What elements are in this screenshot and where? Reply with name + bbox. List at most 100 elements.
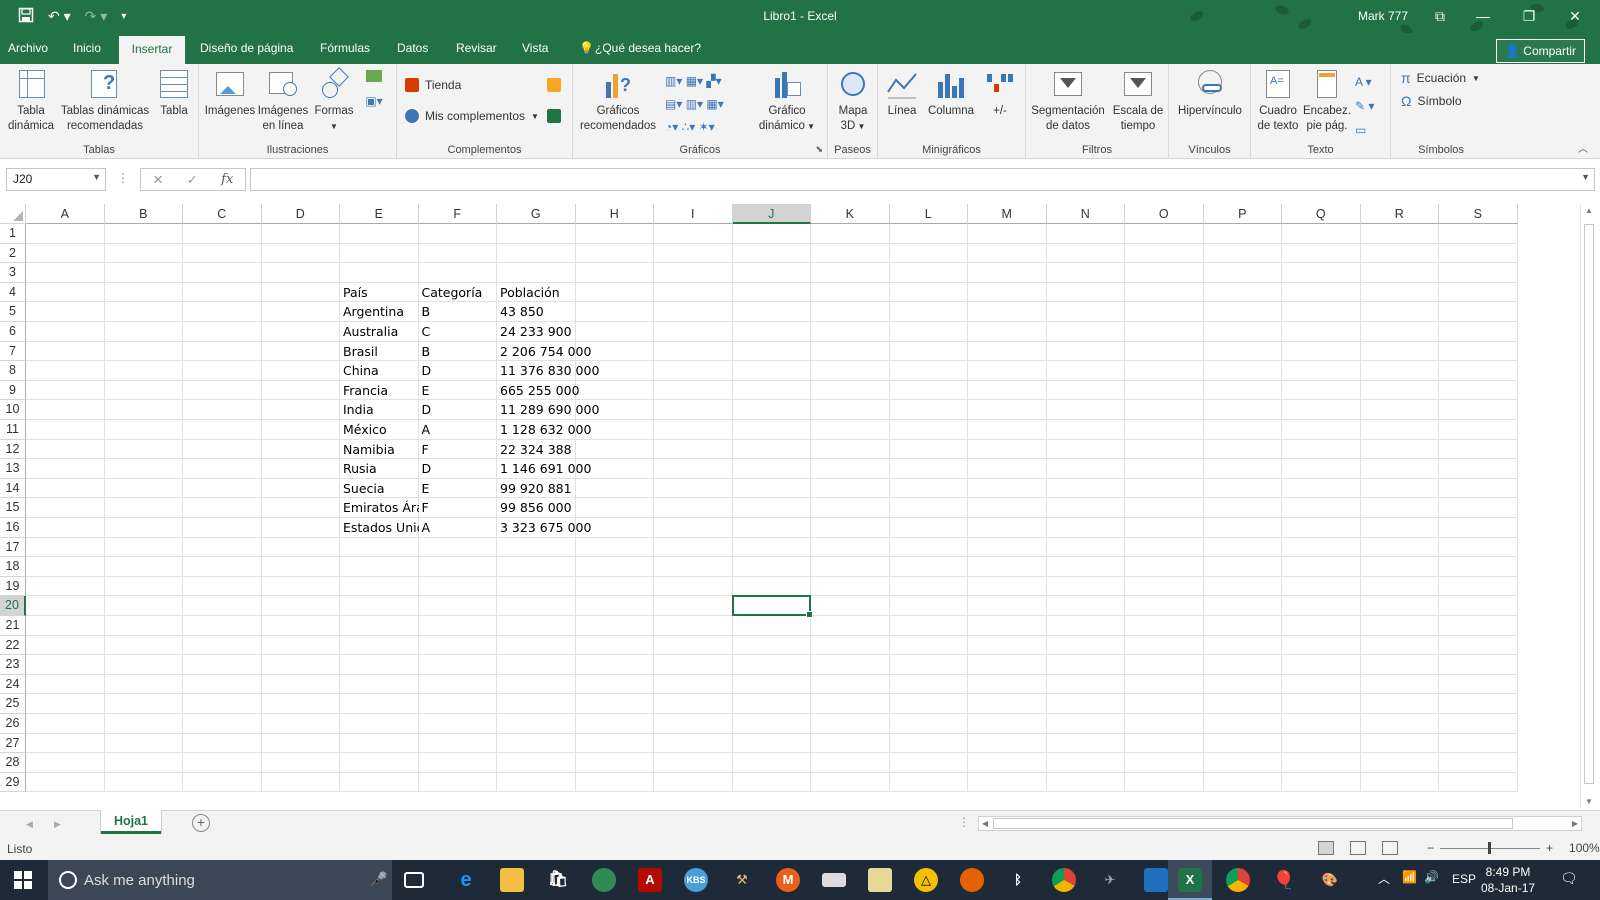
select-all-button[interactable] — [0, 204, 26, 224]
add-sheet-button[interactable]: + — [192, 814, 210, 832]
store-taskbar-icon[interactable]: 🛍 — [546, 868, 570, 892]
table-cell[interactable]: Emiratos Ára — [340, 498, 419, 518]
smartart-button[interactable]: ▣▾ — [359, 70, 389, 109]
cortana-search[interactable]: Ask me anything 🎤 — [48, 860, 392, 900]
table-cell[interactable]: F — [419, 498, 498, 518]
language-indicator[interactable]: ESP — [1452, 872, 1476, 886]
scroll-down-icon[interactable]: ▼ — [1585, 797, 1593, 806]
chrome-icon-2[interactable] — [1226, 868, 1250, 892]
app-icon-orange[interactable]: M — [776, 868, 800, 892]
table-cell[interactable]: D — [419, 459, 498, 479]
column-header[interactable]: E — [340, 204, 419, 224]
escala-tiempo-button[interactable]: Escala de tiempo — [1110, 68, 1166, 134]
table-cell[interactable]: D — [419, 400, 498, 420]
enter-icon[interactable]: ✓ — [187, 172, 198, 188]
row-header[interactable]: 28 — [0, 753, 26, 773]
segmentacion-button[interactable]: Segmentación de datos — [1028, 68, 1108, 134]
row-header[interactable]: 29 — [0, 772, 26, 793]
row-header[interactable]: 12 — [0, 439, 26, 460]
table-cell[interactable]: México — [340, 420, 419, 440]
tab-formulas[interactable]: Fórmulas — [312, 33, 378, 64]
notifications-icon[interactable]: 🗨 — [1560, 870, 1578, 887]
app-icon-tools[interactable]: ⚒ — [730, 868, 754, 892]
sparkline-columna-button[interactable]: Columna — [924, 68, 978, 119]
page-break-view-icon[interactable] — [1382, 841, 1398, 855]
expand-formula-icon[interactable]: ▼ — [1581, 172, 1590, 182]
table-cell[interactable]: B — [419, 302, 498, 322]
row-header[interactable]: 16 — [0, 518, 26, 538]
row-header[interactable]: 21 — [0, 616, 26, 636]
app-icon-warning[interactable]: △ — [914, 868, 938, 892]
scroll-up-icon[interactable]: ▲ — [1585, 206, 1593, 215]
column-header[interactable]: J — [732, 204, 811, 224]
row-header[interactable]: 7 — [0, 341, 26, 362]
table-cell[interactable]: A — [419, 518, 498, 538]
column-header[interactable]: G — [497, 204, 576, 224]
table-cell[interactable]: 2 206 754 000 — [497, 342, 599, 362]
wordart-icon[interactable]: A ▾ — [1355, 70, 1374, 94]
minimize-icon[interactable]: — — [1460, 4, 1506, 28]
tab-revisar[interactable]: Revisar — [448, 33, 505, 64]
zoom-in-icon[interactable]: + — [1546, 841, 1553, 855]
column-header[interactable]: R — [1360, 204, 1439, 224]
row-header[interactable]: 5 — [0, 302, 26, 322]
split-handle-icon[interactable]: ⋮ — [958, 815, 970, 829]
zoom-level[interactable]: 100% — [1569, 841, 1600, 855]
tell-me-search[interactable]: 💡 ¿Qué desea hacer? — [575, 33, 709, 64]
column-header[interactable]: C — [183, 204, 262, 224]
tab-insertar[interactable]: Insertar — [119, 36, 185, 64]
tab-diseno-pagina[interactable]: Diseño de página — [192, 33, 301, 64]
app-icon-plane[interactable]: ✈ — [1098, 868, 1122, 892]
tab-datos[interactable]: Datos — [389, 33, 436, 64]
table-cell[interactable]: Brasil — [340, 342, 419, 362]
app-icon-green[interactable] — [592, 868, 616, 892]
row-header[interactable]: 9 — [0, 380, 26, 401]
normal-view-icon[interactable] — [1318, 841, 1334, 855]
table-cell[interactable]: F — [419, 440, 498, 460]
volume-icon[interactable]: 🔊 — [1424, 870, 1439, 884]
table-cell[interactable]: E — [419, 479, 498, 499]
column-chart-icon[interactable]: ▥▾ ▦▾ ▞▾ — [665, 70, 755, 93]
row-header[interactable]: 4 — [0, 282, 26, 303]
column-header[interactable]: P — [1203, 204, 1282, 224]
table-cell[interactable]: 24 233 900 — [497, 322, 599, 342]
insert-function-icon[interactable]: fx — [221, 172, 233, 187]
mis-complementos-button[interactable]: Mis complementos ▼ — [405, 109, 539, 123]
graficos-recomendados-button[interactable]: ? Gráficos recomendados — [575, 68, 661, 134]
zoom-slider[interactable] — [1440, 841, 1541, 854]
table-cell[interactable]: China — [340, 361, 419, 381]
signature-line-icon[interactable]: ✎ ▾ — [1355, 94, 1374, 118]
tab-inicio[interactable]: Inicio — [65, 33, 109, 64]
firefox-icon[interactable] — [960, 868, 984, 892]
column-header[interactable]: B — [104, 204, 183, 224]
app-icon-balloon[interactable]: 🎈 — [1272, 868, 1296, 892]
row-header[interactable]: 1 — [0, 224, 26, 244]
table-cell[interactable]: 3 323 675 000 — [497, 518, 599, 538]
chrome-icon[interactable] — [1052, 868, 1076, 892]
row-header[interactable]: 8 — [0, 361, 26, 381]
simbolo-button[interactable]: Ω Símbolo — [1401, 93, 1462, 109]
scroll-thumb[interactable] — [993, 818, 1513, 829]
table-cell[interactable]: B — [419, 342, 498, 362]
next-sheet-icon[interactable]: ▶ — [54, 819, 61, 830]
table-header-cell[interactable]: Categoría — [419, 283, 498, 303]
row-header[interactable]: 20 — [0, 596, 26, 616]
column-header[interactable]: I — [654, 204, 733, 224]
column-header[interactable]: F — [418, 204, 497, 224]
formas-button[interactable]: Formas ▼ — [310, 67, 358, 134]
prev-sheet-icon[interactable]: ◀ — [26, 819, 33, 830]
row-header[interactable]: 3 — [0, 263, 26, 283]
table-cell[interactable]: 11 376 830 000 — [497, 361, 599, 381]
table-cell[interactable]: Rusia — [340, 459, 419, 479]
column-header[interactable]: A — [26, 204, 105, 224]
formula-input[interactable]: ▼ — [250, 168, 1595, 191]
table-header-cell[interactable]: País — [340, 283, 419, 303]
column-header[interactable]: S — [1439, 204, 1518, 224]
column-header[interactable]: D — [261, 204, 340, 224]
tablas-recomendadas-button[interactable]: ? Tablas dinámicas recomendadas — [58, 68, 152, 134]
row-header[interactable]: 22 — [0, 635, 26, 656]
row-header[interactable]: 25 — [0, 694, 26, 714]
imagenes-button[interactable]: Imágenes — [203, 68, 257, 119]
row-header[interactable]: 2 — [0, 243, 26, 264]
horizontal-scrollbar[interactable]: ◀ ▶ — [978, 816, 1582, 831]
